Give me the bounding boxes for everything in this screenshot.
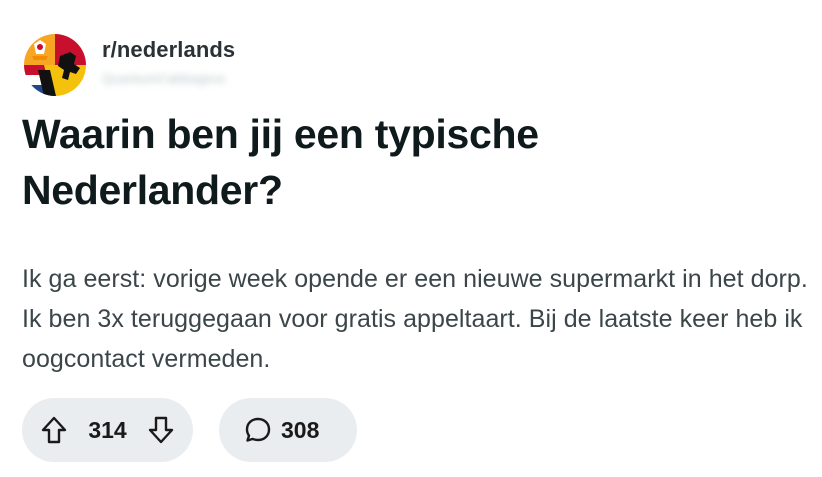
post-header: r/nederlands QuantumCabbagexx [24, 34, 235, 102]
subreddit-name[interactable]: r/nederlands [102, 37, 235, 63]
arrow-up-icon[interactable] [39, 415, 69, 445]
subreddit-avatar[interactable] [24, 34, 86, 96]
arrow-down-icon[interactable] [146, 415, 176, 445]
post-card: r/nederlands QuantumCabbagexx Waarin ben… [0, 0, 822, 477]
vote-control: 314 [22, 398, 193, 462]
comments-button[interactable]: 308 [219, 398, 357, 462]
comment-count: 308 [281, 416, 320, 443]
post-meta: r/nederlands QuantumCabbagexx [102, 34, 235, 86]
author-username[interactable]: QuantumCabbagexx [102, 71, 235, 86]
vote-count: 314 [88, 416, 127, 443]
post-actions: 314 308 [22, 398, 357, 462]
subreddit-flag-icon [24, 34, 86, 96]
post-body: Ik ga eerst: vorige week opende er een n… [22, 265, 808, 373]
speech-bubble-icon [243, 415, 273, 445]
post-title[interactable]: Waarin ben jij een typische Nederlander? [22, 106, 782, 218]
